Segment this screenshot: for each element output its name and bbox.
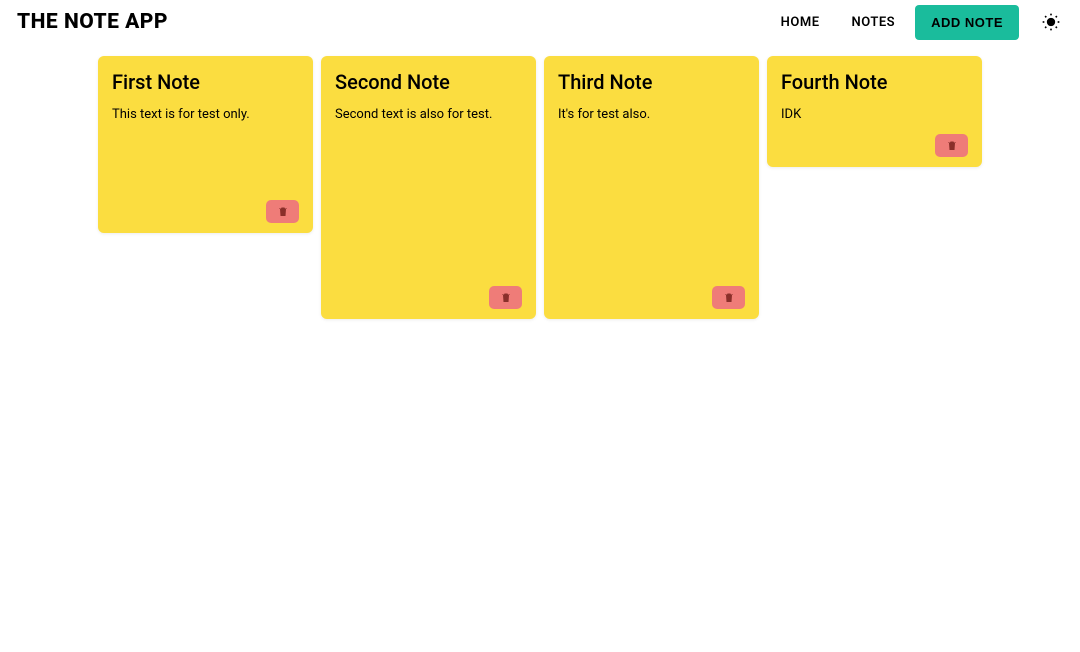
trash-icon <box>946 139 958 152</box>
add-note-button[interactable]: ADD NOTE <box>915 5 1019 40</box>
note-text: IDK <box>781 106 968 124</box>
delete-button[interactable] <box>712 286 745 309</box>
note-title: Fourth Note <box>781 70 968 94</box>
delete-button[interactable] <box>935 134 968 157</box>
trash-icon <box>723 291 735 304</box>
notes-grid: First Note This text is for test only. Sec… <box>0 44 1080 331</box>
note-card: Third Note It's for test also. <box>544 56 759 319</box>
app-title: THE NOTE APP <box>17 10 168 34</box>
note-card: Fourth Note IDK <box>767 56 982 167</box>
header: THE NOTE APP HOME NOTES ADD NOTE <box>0 0 1080 44</box>
theme-toggle[interactable] <box>1039 10 1063 34</box>
trash-icon <box>500 291 512 304</box>
note-card: First Note This text is for test only. <box>98 56 313 233</box>
note-title: Third Note <box>558 70 745 94</box>
note-footer <box>112 200 299 223</box>
delete-button[interactable] <box>489 286 522 309</box>
note-text: Second text is also for test. <box>335 106 522 276</box>
nav: HOME NOTES ADD NOTE <box>765 5 1063 40</box>
note-footer <box>781 134 968 157</box>
nav-notes[interactable]: NOTES <box>836 5 912 40</box>
note-footer <box>558 286 745 309</box>
trash-icon <box>277 205 289 218</box>
note-card: Second Note Second text is also for test. <box>321 56 536 319</box>
note-title: Second Note <box>335 70 522 94</box>
nav-home[interactable]: HOME <box>765 5 836 40</box>
note-footer <box>335 286 522 309</box>
note-text: This text is for test only. <box>112 106 299 190</box>
note-text: It's for test also. <box>558 106 745 276</box>
sun-icon <box>1041 12 1061 32</box>
delete-button[interactable] <box>266 200 299 223</box>
note-title: First Note <box>112 70 299 94</box>
